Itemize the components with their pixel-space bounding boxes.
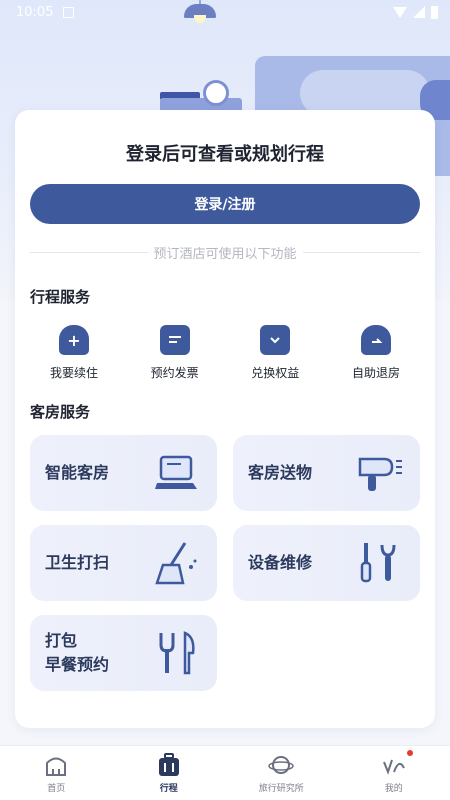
status-time: 10:05	[16, 4, 54, 20]
bottom-nav: 首页 行程 旅行研究所 我的	[0, 745, 450, 800]
nav-label: 我的	[384, 784, 403, 794]
cleaning-card[interactable]: 卫生打扫	[30, 525, 217, 601]
notification-badge	[406, 750, 413, 756]
service-redeem[interactable]: 兑换权益	[231, 325, 319, 385]
alarm-clock-icon	[203, 80, 229, 106]
planet-icon	[268, 756, 294, 774]
room-service-label: 设备维修	[248, 553, 313, 572]
hairdryer-icon	[358, 457, 402, 491]
divider: 预订酒店可使用以下功能	[30, 244, 421, 262]
wifi-icon	[393, 6, 407, 18]
trip-card: 登录后可查看或规划行程 登录/注册 预订酒店可使用以下功能 行程服务 + 我要续…	[15, 110, 435, 728]
home-icon	[46, 757, 67, 776]
breakfast-card[interactable]: 打包 早餐预约	[30, 615, 217, 691]
tools-icon	[360, 543, 396, 583]
divider-line	[302, 251, 421, 253]
room-services-title: 客房服务	[30, 403, 91, 421]
room-delivery-card[interactable]: 客房送物	[233, 435, 420, 511]
luggage-icon	[158, 753, 179, 776]
room-service-label: 打包	[45, 631, 78, 650]
service-extend-stay[interactable]: + 我要续住	[30, 325, 118, 385]
plus-icon: +	[59, 325, 89, 355]
nav-travel-lab[interactable]: 旅行研究所	[231, 746, 331, 794]
login-register-button[interactable]: 登录/注册	[30, 184, 420, 224]
service-label: 预约发票	[150, 366, 199, 380]
trip-services-title: 行程服务	[30, 288, 91, 306]
nav-label: 旅行研究所	[258, 784, 304, 794]
service-label: 兑换权益	[251, 366, 300, 380]
image-notification-icon	[63, 6, 75, 18]
room-service-label: 早餐预约	[45, 655, 110, 674]
nav-label: 行程	[159, 784, 178, 794]
service-label: 我要续住	[49, 366, 98, 380]
broom-icon	[155, 542, 197, 585]
repair-card[interactable]: 设备维修	[233, 525, 420, 601]
room-service-label: 卫生打扫	[45, 553, 110, 572]
nav-home[interactable]: 首页	[6, 746, 106, 794]
smart-room-card[interactable]: 智能客房	[30, 435, 217, 511]
status-bar: 10:05	[0, 0, 450, 24]
ticket-icon	[260, 325, 291, 355]
service-label: 自助退房	[351, 366, 400, 380]
card-title: 登录后可查看或规划行程	[126, 144, 324, 165]
tablet-icon	[155, 455, 197, 489]
profile-icon	[382, 759, 405, 775]
trip-services: + 我要续住 预约发票 兑换权益 自助退房	[30, 325, 420, 385]
invoice-icon	[159, 325, 190, 355]
cutlery-icon	[159, 631, 195, 675]
room-service-label: 智能客房	[45, 463, 110, 482]
divider-text: 预订酒店可使用以下功能	[153, 246, 297, 262]
service-invoice[interactable]: 预约发票	[131, 325, 219, 385]
checkout-icon	[360, 325, 391, 355]
nav-profile[interactable]: 我的	[344, 746, 444, 794]
divider-line	[30, 251, 148, 253]
room-service-label: 客房送物	[248, 463, 313, 482]
nav-trip[interactable]: 行程	[119, 746, 219, 794]
nav-label: 首页	[47, 784, 66, 794]
service-checkout[interactable]: 自助退房	[332, 325, 420, 385]
battery-icon	[431, 5, 438, 19]
signal-icon	[413, 6, 425, 18]
